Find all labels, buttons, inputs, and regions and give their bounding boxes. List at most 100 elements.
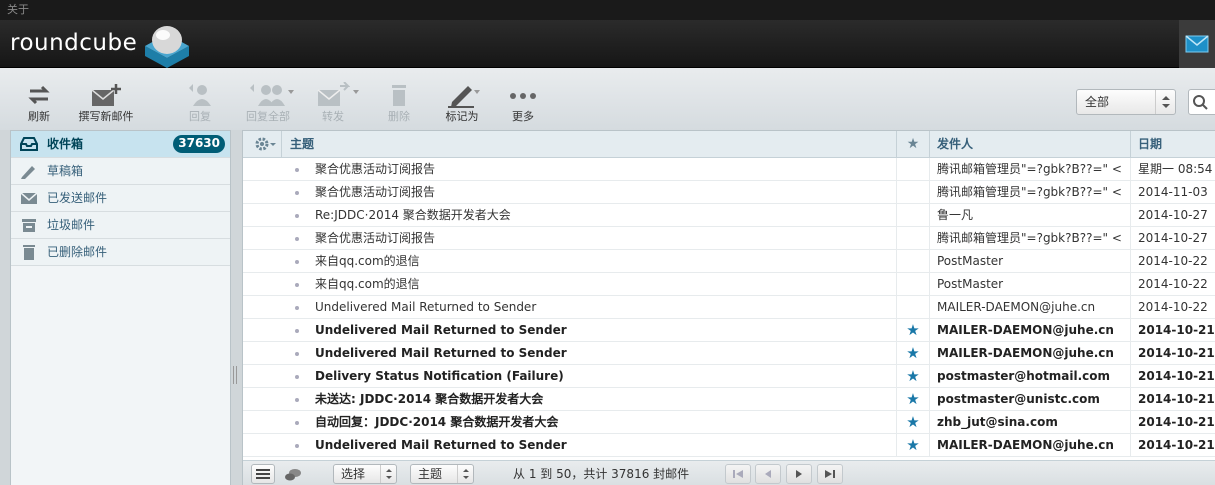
inbox-icon <box>20 137 38 151</box>
message-from: postmaster@hotmail.com <box>929 365 1130 388</box>
reply-all-dropdown-arrow[interactable] <box>288 90 294 94</box>
flag-cell[interactable] <box>896 204 929 227</box>
table-row[interactable]: Undelivered Mail Returned to Sender ★ MA… <box>243 342 1215 365</box>
table-row[interactable]: Undelivered Mail Returned to Sender ★ MA… <box>243 319 1215 342</box>
folder-list: 收件箱 37630 草稿箱 已发送邮件 垃圾邮件 已删除邮件 <box>10 130 231 485</box>
trash-icon <box>23 245 35 260</box>
next-page-icon <box>796 470 802 478</box>
trash-icon <box>392 85 406 106</box>
mail-app-switch[interactable] <box>1179 20 1215 68</box>
table-row[interactable]: 来自qq.com的退信 PostMaster 2014-10-22 <box>243 273 1215 296</box>
flag-cell[interactable] <box>896 227 929 250</box>
prev-page-button[interactable] <box>755 464 781 484</box>
table-row[interactable]: Re:JDDC·2014 聚合数据开发者大会 鲁一凡 2014-10-27 <box>243 204 1215 227</box>
table-row[interactable]: Delivery Status Notification (Failure) ★… <box>243 365 1215 388</box>
flag-cell[interactable] <box>896 250 929 273</box>
list-options-button[interactable] <box>251 131 281 158</box>
last-page-button[interactable] <box>817 464 843 484</box>
last-page-icon <box>825 470 835 478</box>
next-page-button[interactable] <box>786 464 812 484</box>
logo-text: roundcube <box>10 30 138 56</box>
refresh-icon <box>28 85 50 105</box>
message-date: 2014-10-21 <box>1130 319 1215 342</box>
toolbar: 刷新 撰写新邮件 回复 回复全部 转发 删除 标记为 更多 <box>0 68 1215 130</box>
compose-label: 撰写新邮件 <box>78 110 134 123</box>
folder-inbox[interactable]: 收件箱 37630 <box>11 131 230 158</box>
more-button[interactable]: 更多 <box>506 82 540 124</box>
message-list-header: 主题 ★ 发件人 日期 <box>243 131 1215 158</box>
message-rows: 聚合优惠活动订阅报告 腾讯邮箱管理员"=?gbk?B??=" < 星期一 08:… <box>243 158 1215 457</box>
table-row[interactable]: 聚合优惠活动订阅报告 腾讯邮箱管理员"=?gbk?B??=" < 2014-11… <box>243 181 1215 204</box>
table-row[interactable]: 聚合优惠活动订阅报告 腾讯邮箱管理员"=?gbk?B??=" < 2014-10… <box>243 227 1215 250</box>
message-subject: 聚合优惠活动订阅报告 <box>315 231 436 245</box>
refresh-button[interactable]: 刷新 <box>22 82 56 124</box>
subject-column-header[interactable]: 主题 <box>281 131 896 158</box>
folder-junk[interactable]: 垃圾邮件 <box>11 212 230 239</box>
message-subject: Delivery Status Notification (Failure) <box>315 369 564 383</box>
flag-cell[interactable]: ★ <box>896 434 929 457</box>
refresh-label: 刷新 <box>28 110 50 123</box>
flag-cell[interactable] <box>896 296 929 319</box>
message-from: PostMaster <box>929 273 1130 296</box>
sent-envelope-icon <box>20 192 38 204</box>
folder-trash[interactable]: 已删除邮件 <box>11 239 230 266</box>
flag-cell[interactable] <box>896 181 929 204</box>
list-view-button[interactable] <box>251 464 275 484</box>
reply-button[interactable]: 回复 <box>183 82 217 124</box>
from-header-label: 发件人 <box>937 137 974 151</box>
delete-button[interactable]: 删除 <box>383 82 415 124</box>
compose-button[interactable]: 撰写新邮件 <box>74 82 138 124</box>
message-subject: 聚合优惠活动订阅报告 <box>315 162 436 176</box>
folder-label: 已发送邮件 <box>47 191 108 205</box>
flag-cell[interactable]: ★ <box>896 319 929 342</box>
pencil-icon <box>21 166 35 179</box>
from-column-header[interactable]: 发件人 <box>929 131 1130 158</box>
table-row[interactable]: 聚合优惠活动订阅报告 腾讯邮箱管理员"=?gbk?B??=" < 星期一 08:… <box>243 158 1215 181</box>
compose-envelope-icon <box>91 84 121 106</box>
flag-cell[interactable]: ★ <box>896 411 929 434</box>
first-page-button[interactable] <box>725 464 751 484</box>
forward-dropdown-arrow[interactable] <box>353 90 359 94</box>
message-from: zhb_jut@sina.com <box>929 411 1130 434</box>
message-date: 2014-10-21 <box>1130 365 1215 388</box>
mark-button[interactable]: 标记为 <box>440 82 484 124</box>
date-column-header[interactable]: 日期 <box>1130 131 1215 158</box>
threads-view-button[interactable] <box>283 466 303 485</box>
flag-cell[interactable]: ★ <box>896 342 929 365</box>
message-from: postmaster@unistc.com <box>929 388 1130 411</box>
message-date: 2014-10-27 <box>1130 227 1215 250</box>
threads-menu[interactable]: 主题 <box>410 464 474 484</box>
flag-cell[interactable]: ★ <box>896 365 929 388</box>
app-header: roundcube <box>0 20 1215 68</box>
search-input[interactable] <box>1188 89 1215 115</box>
pane-splitter[interactable] <box>233 366 239 386</box>
table-row[interactable]: 来自qq.com的退信 PostMaster 2014-10-22 <box>243 250 1215 273</box>
first-page-icon <box>733 470 743 478</box>
folder-sent[interactable]: 已发送邮件 <box>11 185 230 212</box>
roundcube-logo[interactable]: roundcube <box>10 23 193 68</box>
reply-all-button[interactable]: 回复全部 <box>240 82 296 124</box>
flag-cell[interactable]: ★ <box>896 388 929 411</box>
select-menu[interactable]: 选择 <box>333 464 397 484</box>
message-subject: 未送达: JDDC·2014 聚合数据开发者大会 <box>315 392 544 406</box>
mark-dropdown-arrow[interactable] <box>474 90 480 94</box>
flag-column-header[interactable]: ★ <box>896 131 929 158</box>
folder-label: 垃圾邮件 <box>47 218 96 232</box>
filter-select[interactable]: 全部 <box>1076 89 1176 115</box>
forward-button[interactable]: 转发 <box>316 82 350 124</box>
flag-cell[interactable] <box>896 273 929 296</box>
table-row[interactable]: Undelivered Mail Returned to Sender ★ MA… <box>243 434 1215 457</box>
message-date: 2014-11-03 <box>1130 181 1215 204</box>
flag-cell[interactable] <box>896 158 929 181</box>
updown-arrow-icon <box>463 469 469 479</box>
message-subject: Re:JDDC·2014 聚合数据开发者大会 <box>315 208 511 222</box>
table-row[interactable]: 未送达: JDDC·2014 聚合数据开发者大会 ★ postmaster@un… <box>243 388 1215 411</box>
message-date: 2014-10-22 <box>1130 250 1215 273</box>
message-subject: 来自qq.com的退信 <box>315 277 420 291</box>
pencil-mark-icon <box>448 86 474 108</box>
table-row[interactable]: 自动回复：JDDC·2014 聚合数据开发者大会 ★ zhb_jut@sina.… <box>243 411 1215 434</box>
table-row[interactable]: Undelivered Mail Returned to Sender MAIL… <box>243 296 1215 319</box>
star-icon: ★ <box>906 367 920 385</box>
reply-all-label: 回复全部 <box>246 110 290 123</box>
folder-drafts[interactable]: 草稿箱 <box>11 158 230 185</box>
